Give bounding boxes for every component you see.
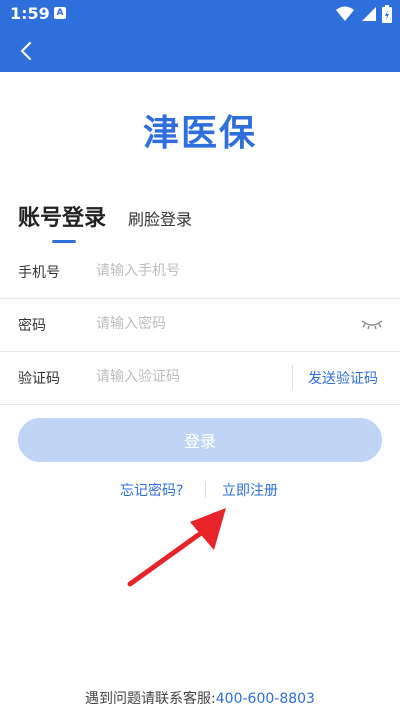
status-icons (336, 5, 392, 23)
support-phone-link[interactable]: 400-600-8803 (216, 691, 315, 707)
register-link[interactable]: 立即注册 (222, 480, 278, 500)
login-button[interactable]: 登录 (18, 418, 382, 462)
status-bar: 1:59 A (0, 0, 400, 28)
footer-support: 遇到问题请联系客服:400-600-8803 (0, 688, 400, 708)
code-field-row: 验证码 发送验证码 (0, 351, 400, 405)
footer-text: 遇到问题请联系客服: (85, 691, 216, 707)
annotation-arrow-icon (127, 508, 226, 587)
password-label: 密码 (18, 318, 46, 334)
phone-field-row: 手机号 (0, 245, 400, 299)
battery-icon (382, 5, 392, 23)
wifi-icon (336, 6, 354, 21)
tab-indicator (52, 240, 76, 243)
phone-input[interactable] (96, 257, 296, 285)
code-label: 验证码 (18, 371, 60, 387)
notification-icon: A (54, 7, 66, 19)
code-divider (292, 365, 293, 389)
tab-account-login[interactable]: 账号登录 (18, 200, 106, 232)
app-logo: 津医保 (142, 113, 257, 154)
signal-icon (362, 7, 376, 21)
app-bar (0, 28, 400, 72)
password-input[interactable] (96, 310, 296, 338)
forgot-password-link[interactable]: 忘记密码? (120, 480, 183, 500)
auth-links: 忘记密码? 立即注册 (0, 480, 400, 500)
tab-face-login[interactable]: 刷脸登录 (128, 206, 192, 230)
status-time: 1:59 (10, 4, 50, 23)
eye-closed-icon[interactable] (360, 315, 384, 333)
chevron-left-icon[interactable] (14, 38, 40, 64)
links-divider (205, 482, 206, 498)
code-input[interactable] (96, 363, 296, 391)
phone-label: 手机号 (18, 265, 60, 281)
password-field-row: 密码 (0, 298, 400, 352)
send-code-button[interactable]: 发送验证码 (308, 368, 378, 388)
